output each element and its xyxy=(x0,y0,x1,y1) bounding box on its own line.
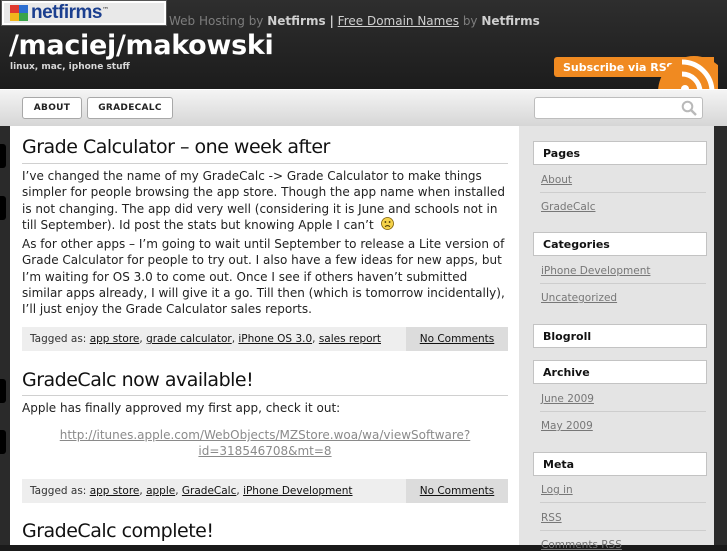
sidebar-link-iphone-development[interactable]: iPhone Development xyxy=(541,265,650,277)
tag-link[interactable]: iPhone OS 3.0 xyxy=(238,333,312,345)
left-edge-strip xyxy=(0,126,10,545)
sidebar-divider xyxy=(540,283,706,284)
sad-face-icon xyxy=(380,216,394,234)
netfirms-logo-text: netfirms xyxy=(31,2,102,23)
post-title-divider xyxy=(22,395,508,396)
netfirms-logo-icon[interactable]: netfirms ™ xyxy=(2,1,166,25)
host-brand-2[interactable]: Netfirms xyxy=(481,14,539,28)
search-icon[interactable] xyxy=(681,100,697,116)
sidebar-heading-categories: Categories xyxy=(533,232,707,256)
sidebar-divider xyxy=(540,530,706,531)
left-edge-notch xyxy=(0,430,6,454)
post-tags: Tagged as: app store, apple, GradeCalc, … xyxy=(30,485,353,497)
netfirms-mark-icon xyxy=(10,5,28,21)
post-link-line[interactable]: http://itunes.apple.com/WebObjects/MZSto… xyxy=(60,428,471,442)
nav-tab-about[interactable]: ABOUT xyxy=(22,97,82,119)
host-brand-1[interactable]: Netfirms xyxy=(267,14,325,28)
comments-link-text[interactable]: No Comments xyxy=(420,333,495,345)
post-paragraph: Apple has finally approved my first app,… xyxy=(22,401,341,415)
tag-link[interactable]: grade calculator xyxy=(146,333,232,345)
tag-link[interactable]: app store xyxy=(90,333,140,345)
sidebar-divider xyxy=(540,411,706,412)
left-edge-notch xyxy=(0,379,6,403)
sidebar-link-comments-rss[interactable]: Comments RSS xyxy=(541,539,622,551)
sidebar-link-rss[interactable]: RSS xyxy=(541,512,562,524)
nav-tab-gradecalc[interactable]: GRADECALC xyxy=(87,97,173,119)
post-external-link[interactable]: http://itunes.apple.com/WebObjects/MZSto… xyxy=(22,427,508,460)
tag-link[interactable]: sales report xyxy=(319,333,381,345)
left-edge-notch xyxy=(0,196,6,220)
sidebar-link-june-2009[interactable]: June 2009 xyxy=(541,393,594,405)
sidebar-divider xyxy=(540,502,706,503)
tag-link[interactable]: apple xyxy=(146,485,175,497)
post-paragraph: I’ve changed the name of my GradeCalc ->… xyxy=(22,168,508,234)
sidebar-heading-pages: Pages xyxy=(533,141,707,165)
host-separator: | xyxy=(329,14,334,28)
hosting-line: Web Hosting by Netfirms | Free Domain Na… xyxy=(169,14,540,28)
post-title-divider xyxy=(22,163,508,164)
tag-link[interactable]: GradeCalc xyxy=(182,485,236,497)
free-domain-link[interactable]: Free Domain Names xyxy=(338,14,459,28)
tagged-as-label: Tagged as: xyxy=(30,333,87,345)
post-tags: Tagged as: app store, grade calculator, … xyxy=(30,333,381,345)
sidebar-link-log-in[interactable]: Log in xyxy=(541,484,573,496)
site-tagline: linux, mac, iphone stuff xyxy=(10,62,130,72)
sidebar-link-uncategorized[interactable]: Uncategorized xyxy=(541,292,617,304)
netfirms-logo-tm: ™ xyxy=(101,6,109,14)
host-by-2: by xyxy=(462,14,478,28)
post-title[interactable]: Grade Calculator – one week after xyxy=(22,136,330,158)
host-by-1: by xyxy=(248,14,264,28)
right-edge-strip xyxy=(714,126,727,545)
site-title[interactable]: /maciej/makowski xyxy=(9,30,274,61)
sidebar-link-may-2009[interactable]: May 2009 xyxy=(541,420,593,432)
comments-link-text[interactable]: No Comments xyxy=(420,485,495,497)
sidebar-heading-blogroll: Blogroll xyxy=(533,324,707,348)
post-paragraph-text: I’ve changed the name of my GradeCalc ->… xyxy=(22,169,505,232)
tagged-as-label: Tagged as: xyxy=(30,485,87,497)
post-title[interactable]: GradeCalc complete! xyxy=(22,520,214,542)
comments-link[interactable]: No Comments xyxy=(406,479,508,503)
sidebar-heading-meta: Meta xyxy=(533,452,707,476)
sidebar-link-about[interactable]: About xyxy=(541,174,572,186)
tag-link[interactable]: iPhone Development xyxy=(243,485,352,497)
host-prefix[interactable]: Web Hosting xyxy=(169,14,245,28)
sidebar-divider xyxy=(540,192,706,193)
post-title[interactable]: GradeCalc now available! xyxy=(22,369,254,391)
comments-link[interactable]: No Comments xyxy=(406,327,508,351)
post-link-line[interactable]: id=318546708&mt=8 xyxy=(198,444,331,458)
post-paragraph: As for other apps – I’m going to wait un… xyxy=(22,237,505,317)
tag-link[interactable]: app store xyxy=(90,485,140,497)
search-input[interactable] xyxy=(534,97,703,119)
sidebar-heading-archive: Archive xyxy=(533,360,707,384)
sidebar-link-gradecalc[interactable]: GradeCalc xyxy=(541,201,595,213)
left-edge-notch xyxy=(0,144,6,168)
